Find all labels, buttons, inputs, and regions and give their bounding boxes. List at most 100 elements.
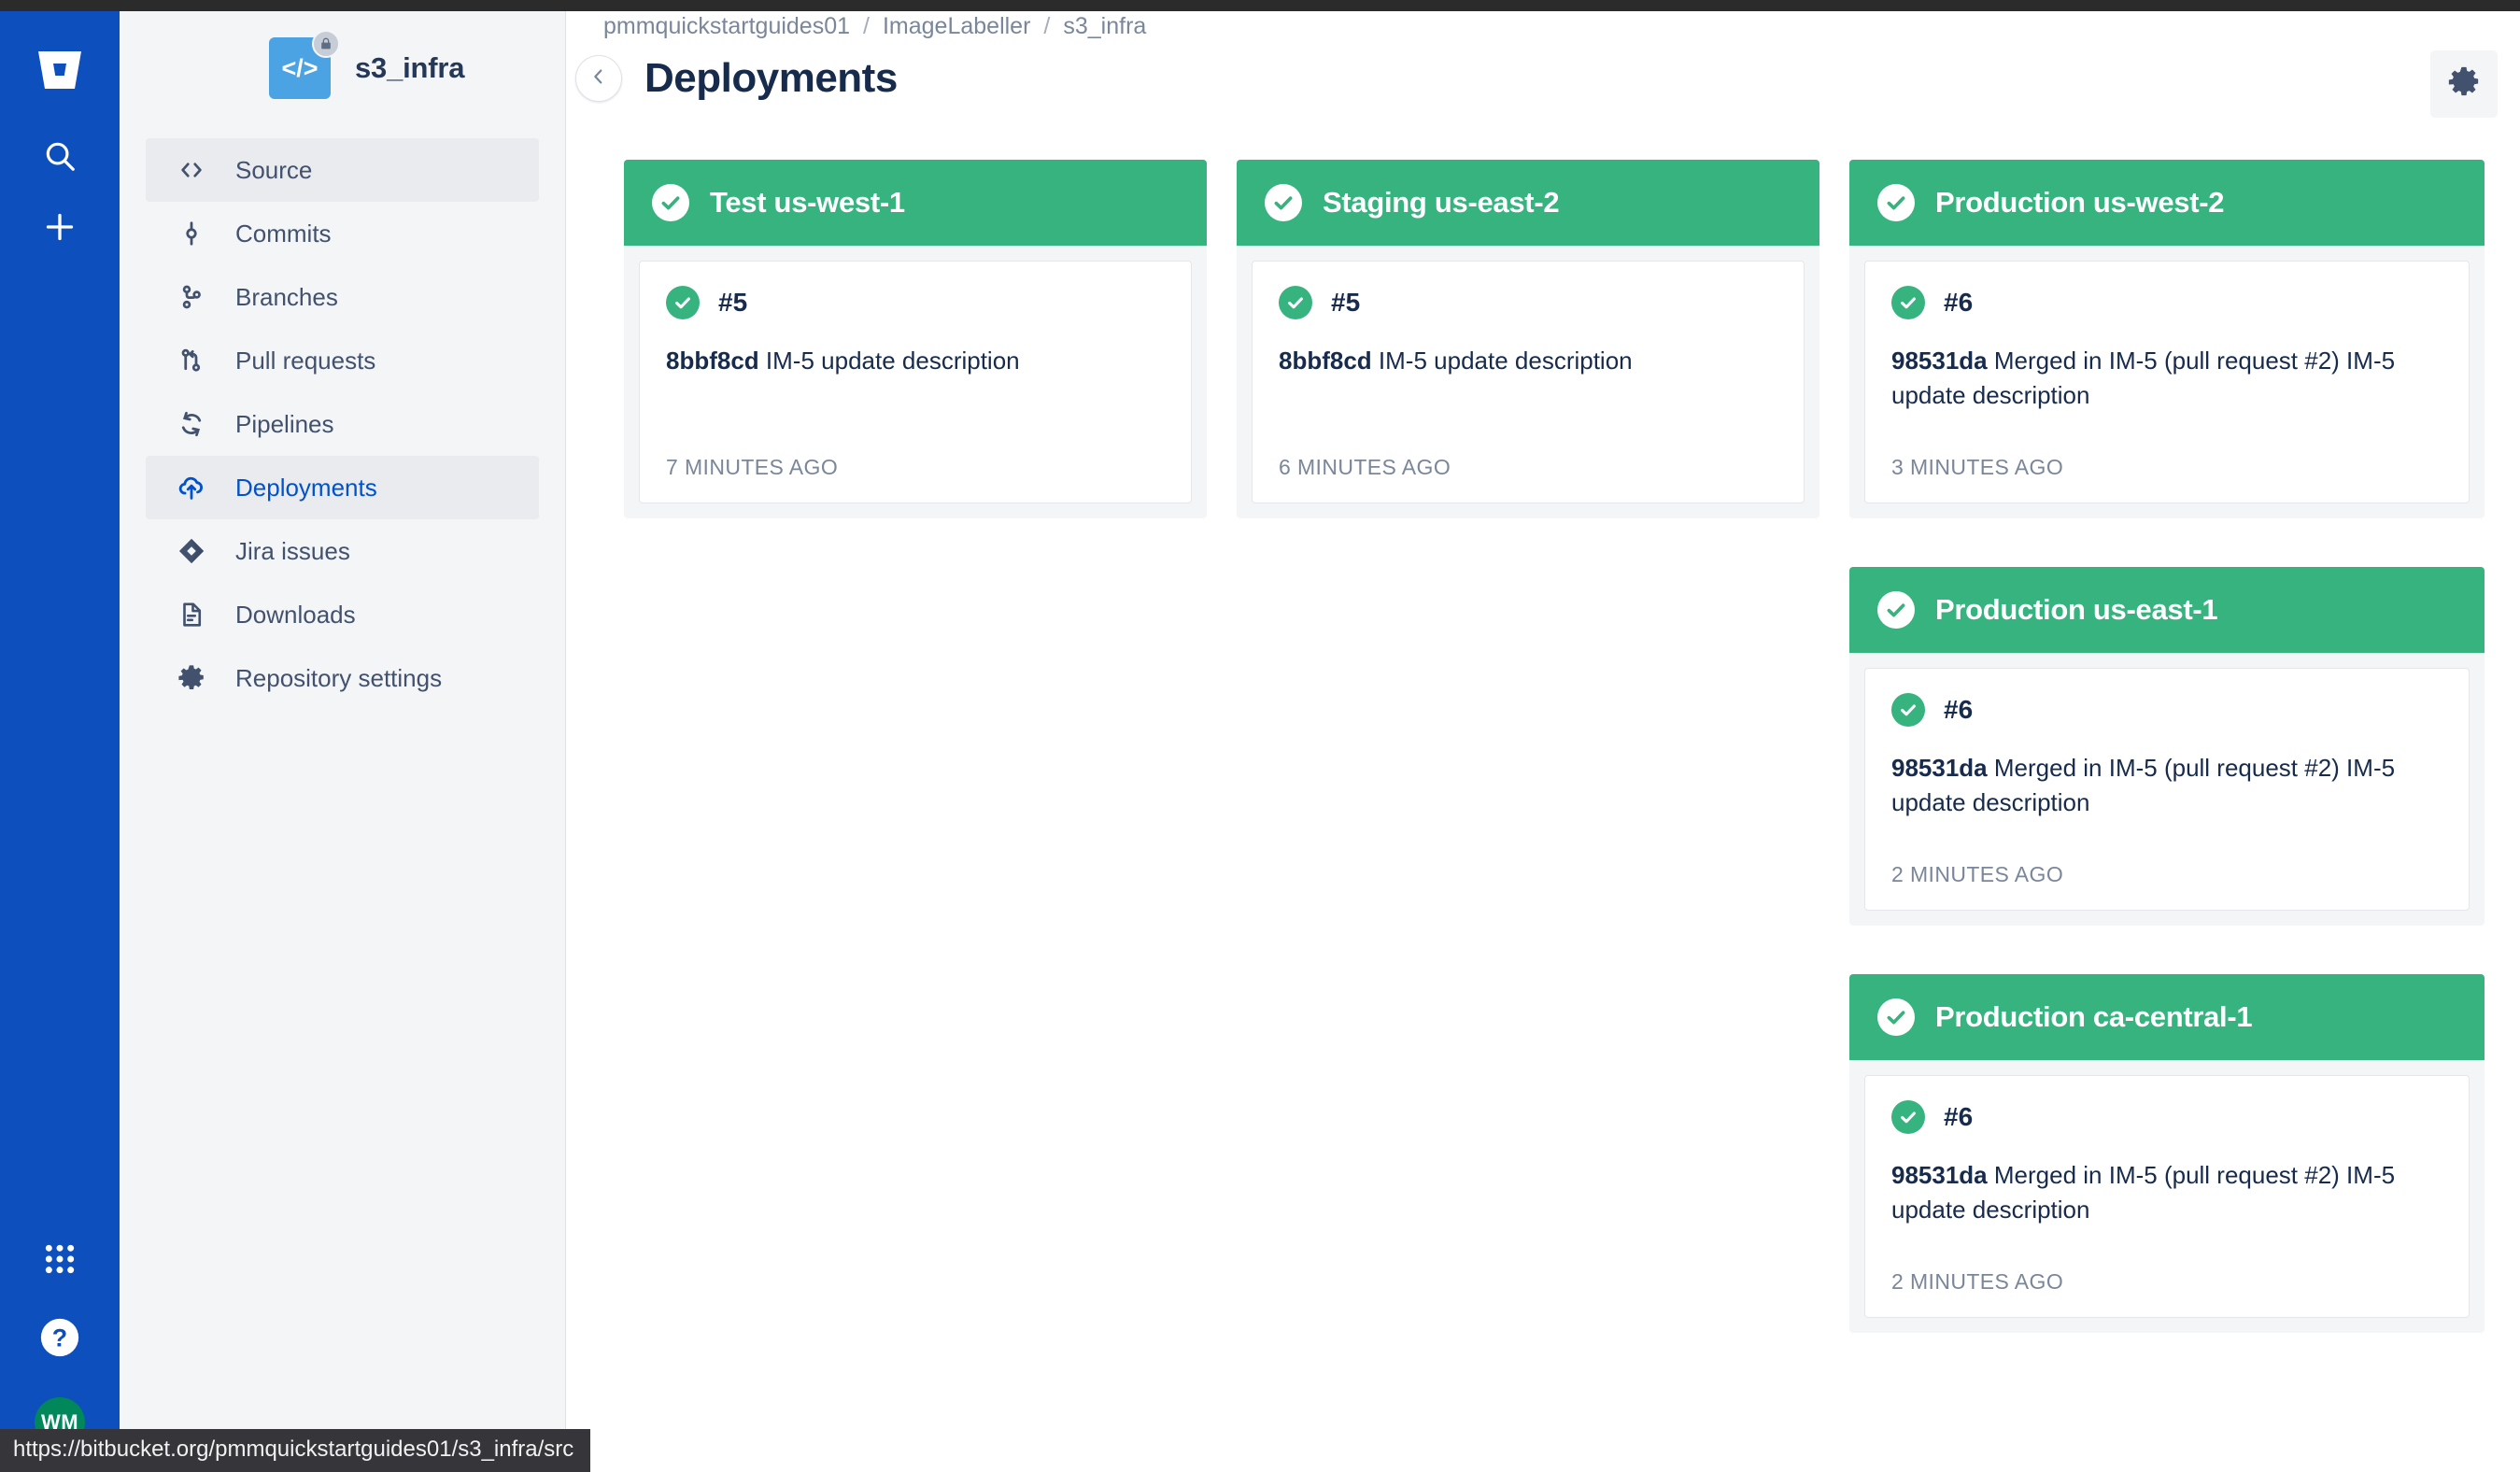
browser-chrome-strip [0,0,2520,11]
app-switcher-grid-icon[interactable] [41,1240,78,1282]
repository-avatar: </> [269,30,340,99]
environment-name: Production us-east-1 [1935,593,2218,626]
sidebar-item-label: Pull requests [235,346,376,375]
deployments-settings-button[interactable] [2430,50,2498,118]
deployment-item[interactable]: #6 98531da Merged in IM-5 (pull request … [1864,668,2470,911]
environment-header: Production us-west-2 [1849,160,2485,246]
sidebar-item-downloads[interactable]: Downloads [146,583,539,646]
check-circle-icon [1877,591,1915,629]
rail-bottom-group: ? WM [0,1240,120,1448]
deployment-column: Staging us-east-2 #5 8bbf8cd IM-5 update… [1237,160,1819,518]
environment-header: Test us-west-1 [624,160,1207,246]
environment-name: Staging us-east-2 [1323,186,1560,219]
commit-message: IM-5 update description [1378,347,1633,375]
sidebar-item-label: Branches [235,282,338,311]
deployment-item[interactable]: #5 8bbf8cd IM-5 update description 7 MIN… [639,261,1192,503]
environment-header: Staging us-east-2 [1237,160,1819,246]
sidebar-item-repository-settings[interactable]: Repository settings [146,646,539,710]
environment-header: Production us-east-1 [1849,567,2485,653]
breadcrumb-separator: / [1043,13,1051,39]
environment-body: #6 98531da Merged in IM-5 (pull request … [1849,1060,2485,1333]
sidebar-item-commits[interactable]: Commits [146,202,539,265]
repository-header[interactable]: </> s3_infra [120,28,565,99]
repository-sidebar: </> s3_infra Source Commits Branches Pul… [120,0,566,1472]
check-circle-icon [1891,693,1925,727]
deployment-item[interactable]: #5 8bbf8cd IM-5 update description 6 MIN… [1252,261,1805,503]
environment-header: Production ca-central-1 [1849,974,2485,1060]
commit-hash[interactable]: 8bbf8cd [1279,347,1372,375]
sidebar-item-label: Downloads [235,600,356,629]
deployment-number: #5 [1331,288,1361,317]
sidebar-item-label: Jira issues [235,536,350,565]
document-icon [176,599,207,630]
check-circle-icon [666,286,700,319]
environment-card[interactable]: Staging us-east-2 #5 8bbf8cd IM-5 update… [1237,160,1819,518]
deployment-commit: 98531da Merged in IM-5 (pull request #2)… [1891,344,2442,413]
check-circle-icon [652,184,689,221]
sidebar-item-jira-issues[interactable]: Jira issues [146,519,539,583]
code-brackets-icon [176,154,207,186]
deployment-timestamp: 2 MINUTES AGO [1891,862,2064,886]
commit-hash[interactable]: 8bbf8cd [666,347,759,375]
deployment-number: #5 [718,288,748,317]
deployment-item[interactable]: #6 98531da Merged in IM-5 (pull request … [1864,261,2470,503]
check-circle-icon [1877,184,1915,221]
commit-hash[interactable]: 98531da [1891,754,1988,782]
sidebar-item-label: Pipelines [235,409,334,438]
environment-name: Production us-west-2 [1935,186,2225,219]
deployment-number-row: #6 [1891,286,2442,319]
main-content: pmmquickstartguides01 / ImageLabeller / … [566,0,2520,1472]
svg-text:?: ? [52,1324,67,1352]
sidebar-item-source[interactable]: Source [146,138,539,202]
commit-hash[interactable]: 98531da [1891,347,1988,375]
deployment-item[interactable]: #6 98531da Merged in IM-5 (pull request … [1864,1075,2470,1318]
pipelines-icon [176,408,207,440]
deployment-commit: 8bbf8cd IM-5 update description [666,344,1165,378]
environment-body: #5 8bbf8cd IM-5 update description 7 MIN… [624,246,1207,518]
deployment-timestamp: 2 MINUTES AGO [1891,1269,2064,1294]
commit-hash[interactable]: 98531da [1891,1161,1988,1189]
deployment-commit: 8bbf8cd IM-5 update description [1279,344,1777,378]
deployment-number-row: #5 [1279,286,1777,319]
sidebar-item-branches[interactable]: Branches [146,265,539,329]
sidebar-item-label: Source [235,155,313,184]
deployment-number-row: #5 [666,286,1165,319]
environment-card[interactable]: Production ca-central-1 #6 98531da Merge… [1849,974,2485,1333]
breadcrumb-workspace[interactable]: pmmquickstartguides01 [603,13,850,40]
sidebar-item-label: Commits [235,219,332,248]
environment-name: Production ca-central-1 [1935,1000,2253,1033]
help-question-icon[interactable]: ? [38,1316,81,1364]
create-plus-icon[interactable] [31,198,89,256]
deployment-column: Test us-west-1 #5 8bbf8cd IM-5 update de… [624,160,1207,518]
breadcrumb-project[interactable]: ImageLabeller [883,13,1030,40]
sidebar-item-pull-requests[interactable]: Pull requests [146,329,539,392]
sidebar-item-pipelines[interactable]: Pipelines [146,392,539,456]
search-icon[interactable] [31,127,89,185]
check-circle-icon [1265,184,1302,221]
environment-card[interactable]: Production us-west-2 #6 98531da Merged i… [1849,160,2485,518]
deployment-number-row: #6 [1891,693,2442,727]
deployment-commit: 98531da Merged in IM-5 (pull request #2)… [1891,751,2442,820]
global-navigation-rail: ? WM [0,0,120,1472]
deployments-cloud-icon [176,472,207,503]
sidebar-item-label: Deployments [235,473,377,502]
bitbucket-logo[interactable] [31,41,89,99]
environment-name: Test us-west-1 [710,186,905,219]
deployment-number-row: #6 [1891,1100,2442,1134]
deployment-number: #6 [1944,695,1974,724]
deployment-column: Production us-west-2 #6 98531da Merged i… [1849,160,2485,1333]
commit-icon [176,218,207,249]
breadcrumb-separator: / [863,13,870,39]
deployment-commit: 98531da Merged in IM-5 (pull request #2)… [1891,1158,2442,1227]
sidebar-collapse-button[interactable] [575,55,622,102]
environment-card[interactable]: Test us-west-1 #5 8bbf8cd IM-5 update de… [624,160,1207,518]
breadcrumb-repository[interactable]: s3_infra [1063,13,1146,40]
branch-icon [176,281,207,313]
status-bar-url: https://bitbucket.org/pmmquickstartguide… [0,1429,591,1472]
deployment-timestamp: 6 MINUTES AGO [1279,455,1451,479]
chevron-left-icon [588,66,609,92]
sidebar-item-deployments[interactable]: Deployments [146,456,539,519]
deployment-number: #6 [1944,288,1974,317]
environment-card[interactable]: Production us-east-1 #6 98531da Merged i… [1849,567,2485,926]
environment-body: #6 98531da Merged in IM-5 (pull request … [1849,653,2485,926]
